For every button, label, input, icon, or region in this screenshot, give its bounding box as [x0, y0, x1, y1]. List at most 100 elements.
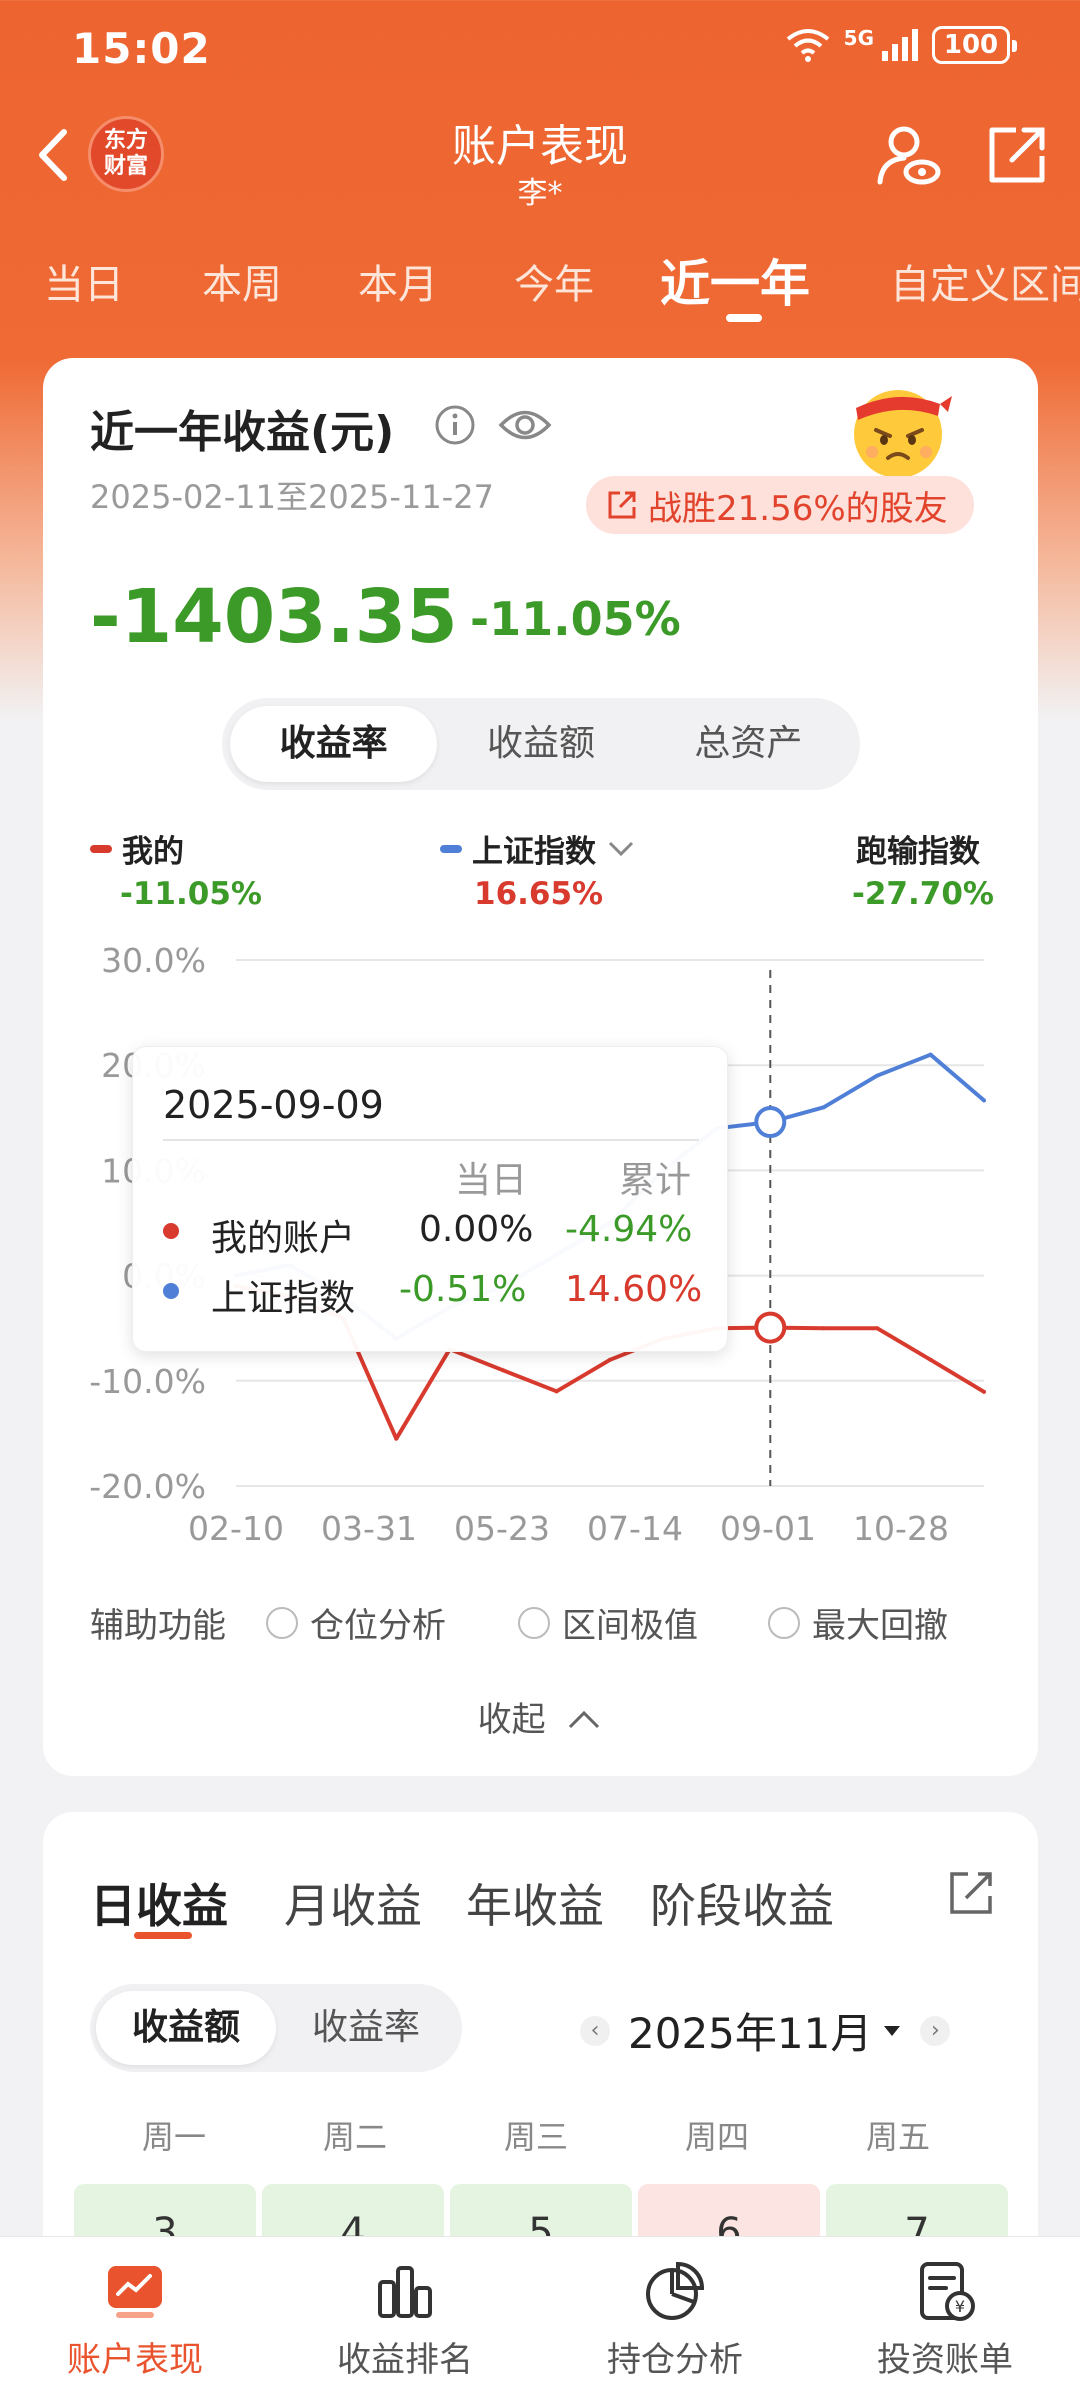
- eye-icon[interactable]: [498, 404, 552, 446]
- pie-chart-icon: [646, 2261, 705, 2320]
- tooltip-index-dot: [163, 1283, 179, 1299]
- nav-label: 收益排名: [337, 2340, 473, 2380]
- weekday-wed: 周三: [503, 2118, 568, 2156]
- month-navigator: ‹ 2025年11月 ›: [580, 2000, 951, 2061]
- status-icons: 5G 100: [784, 26, 1017, 64]
- aux-position-analysis[interactable]: 仓位分析: [266, 1598, 446, 1647]
- tab-yearly-earnings[interactable]: 年收益: [466, 1870, 604, 1936]
- user-view-icon[interactable]: [876, 122, 942, 188]
- status-time: 15:02: [72, 24, 211, 73]
- legend-index-label: 上证指数: [472, 834, 596, 870]
- share-small-icon: [608, 491, 636, 519]
- earnings-amount[interactable]: 收益额: [96, 1991, 276, 2065]
- legend-mine-swatch: [90, 844, 112, 853]
- nav-label: 账户表现: [67, 2340, 203, 2380]
- weekday-fri: 周五: [865, 2118, 930, 2156]
- tooltip-index-day: -0.51%: [399, 1269, 527, 1310]
- data-point-mine: [394, 1436, 399, 1441]
- y-tick-label: -10.0%: [89, 1362, 206, 1401]
- date-range: 2025-02-11至2025-11-27: [90, 478, 494, 516]
- aux-range-extremes[interactable]: 区间极值: [518, 1598, 698, 1647]
- tab-monthly-earnings[interactable]: 月收益: [284, 1870, 422, 1936]
- aux-max-drawdown[interactable]: 最大回撤: [768, 1598, 948, 1647]
- caret-down-icon[interactable]: [882, 2024, 902, 2038]
- nav-holdings-analysis[interactable]: 持仓分析: [540, 2258, 810, 2381]
- beat-peers-text: 战胜21.56%的股友: [648, 488, 948, 529]
- data-point-mine: [928, 1357, 933, 1362]
- radio-icon: [266, 1606, 298, 1639]
- nav-investment-bill[interactable]: ¥ 投资账单: [810, 2258, 1080, 2381]
- y-tick-label: 30.0%: [101, 941, 206, 980]
- chart-metric-switch: 收益率 收益额 总资产: [222, 698, 860, 790]
- beat-peers-badge[interactable]: 战胜21.56%的股友: [586, 476, 974, 534]
- legend-index-swatch: [440, 844, 462, 853]
- nav-earnings-ranking[interactable]: 收益排名: [270, 2258, 540, 2381]
- tooltip-mine-name: 我的账户: [211, 1218, 356, 1259]
- x-tick-label: 02-10: [188, 1509, 284, 1548]
- chevron-up-icon: [569, 1710, 600, 1729]
- chart-trend-icon: [108, 2266, 162, 2318]
- chevron-down-icon: [608, 841, 634, 856]
- metric-assets[interactable]: 总资产: [645, 706, 852, 782]
- legend-underperform-label: 跑输指数: [856, 834, 980, 870]
- angry-face-icon: [854, 390, 952, 478]
- tab-daily-earnings[interactable]: 日收益: [90, 1870, 228, 1936]
- battery-icon: 100: [932, 26, 1017, 64]
- data-point-index: [875, 1073, 880, 1078]
- svg-text:¥: ¥: [955, 2297, 965, 2316]
- earnings-metric-switch: 收益额 收益率: [90, 1984, 462, 2072]
- metric-rate[interactable]: 收益率: [230, 706, 438, 782]
- weekday-mon: 周一: [141, 2118, 206, 2156]
- aux-label: 辅助功能: [90, 1606, 226, 1646]
- data-point-index: [982, 1098, 986, 1103]
- tooltip-col-day: 当日: [455, 1160, 528, 1201]
- tab-month[interactable]: 本月: [358, 252, 438, 310]
- aux-option-1: 仓位分析: [310, 1606, 446, 1646]
- legend-index[interactable]: 上证指数: [440, 826, 636, 871]
- x-tick-label: 10-28: [853, 1509, 949, 1548]
- radio-icon: [518, 1606, 550, 1639]
- network-type: 5G: [843, 26, 874, 50]
- tooltip-index-name: 上证指数: [211, 1278, 356, 1319]
- data-point-mine: [821, 1326, 826, 1331]
- tooltip-date: 2025-09-09: [163, 1083, 384, 1127]
- tab-today[interactable]: 当日: [44, 252, 124, 310]
- tab-stage-earnings[interactable]: 阶段收益: [650, 1870, 834, 1936]
- x-tick-label: 05-23: [454, 1509, 550, 1548]
- nav-label: 持仓分析: [607, 2340, 743, 2380]
- tab-year[interactable]: 今年: [514, 252, 594, 310]
- tooltip-mine-day: 0.00%: [419, 1209, 534, 1250]
- signal-icon: [882, 29, 918, 61]
- legend-mine-label: 我的: [122, 834, 184, 870]
- bar-chart-icon: [378, 2266, 432, 2318]
- legend-mine: 我的: [90, 826, 184, 871]
- aux-option-3: 最大回撤: [812, 1606, 948, 1646]
- collapse-button[interactable]: 收起: [0, 1692, 1080, 1741]
- collapse-label: 收起: [477, 1700, 546, 1740]
- tab-week[interactable]: 本周: [202, 252, 282, 310]
- next-month-icon[interactable]: ›: [920, 2015, 951, 2046]
- chart-tooltip: 2025-09-09 当日 累计 我的账户 0.00% -4.94% 上证指数 …: [132, 1046, 728, 1352]
- metric-amount[interactable]: 收益额: [437, 706, 644, 782]
- summary-title: 近一年收益(元): [90, 407, 395, 458]
- profit-rate: -11.05%: [470, 592, 681, 646]
- aux-option-2: 区间极值: [562, 1606, 698, 1646]
- nav-label: 投资账单: [877, 2340, 1013, 2380]
- share-icon[interactable]: [986, 124, 1048, 186]
- battery-level: 100: [943, 30, 999, 60]
- tab-custom[interactable]: 自定义区间: [890, 252, 1080, 310]
- info-icon[interactable]: [434, 404, 476, 446]
- month-label[interactable]: 2025年11月: [628, 2000, 872, 2061]
- tab-indicator: [726, 314, 762, 322]
- prev-month-icon[interactable]: ‹: [580, 2015, 610, 2046]
- profit-value: -1403.35: [90, 574, 458, 660]
- wifi-icon: [786, 29, 829, 62]
- data-point-index: [928, 1052, 933, 1057]
- data-point-index: [821, 1105, 826, 1110]
- highlight-point-mine: [754, 1311, 787, 1344]
- tab2-indicator: [134, 1932, 192, 1939]
- tab-last-year[interactable]: 近一年: [660, 244, 810, 316]
- nav-account-performance[interactable]: 账户表现: [0, 2258, 270, 2381]
- earnings-rate[interactable]: 收益率: [276, 1991, 456, 2065]
- export-icon[interactable]: [946, 1868, 996, 1918]
